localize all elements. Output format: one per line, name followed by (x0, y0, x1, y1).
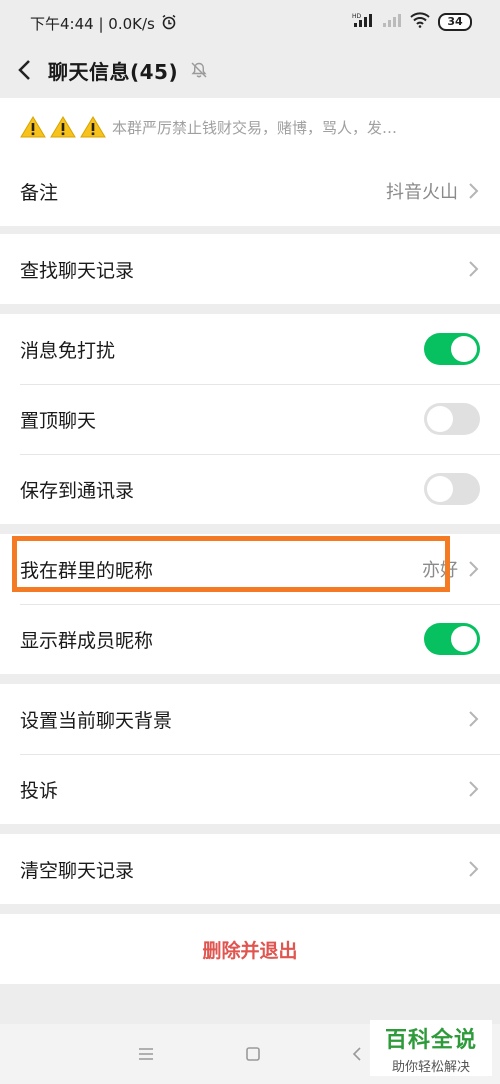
complain-label: 投诉 (20, 779, 59, 802)
delete-exit-button[interactable]: 删除并退出 (0, 914, 500, 984)
chevron-right-icon (469, 781, 479, 797)
nickname-row[interactable]: 我在群里的昵称 亦好 (0, 534, 500, 604)
save-contacts-row: 保存到通讯录 (0, 454, 500, 524)
group-clear: 清空聊天记录 (0, 834, 500, 904)
group-search: 查找聊天记录 (0, 234, 500, 304)
group-announcement: 本群严厉禁止钱财交易，赌博，骂人，发… 备注 抖音火山 (0, 98, 500, 226)
group-toggles: 消息免打扰 置顶聊天 保存到通讯录 (0, 314, 500, 524)
warning-icon (80, 116, 106, 138)
remark-value: 抖音火山 (386, 182, 458, 203)
toggle-knob (451, 626, 477, 652)
show-nicknames-row: 显示群成员昵称 (0, 604, 500, 674)
show-nicknames-label: 显示群成员昵称 (20, 629, 154, 652)
pin-toggle[interactable] (424, 403, 480, 435)
menu-icon[interactable] (137, 1047, 155, 1061)
nickname-label: 我在群里的昵称 (20, 559, 154, 582)
alarm-icon (161, 14, 177, 34)
status-time-speed: 下午4:44 | 0.0K/s (30, 15, 155, 33)
battery-indicator: 34 (438, 13, 472, 31)
notice-text: 本群严厉禁止钱财交易，赌博，骂人，发… (112, 118, 398, 137)
group-nickname: 我在群里的昵称 亦好 显示群成员昵称 (0, 534, 500, 674)
clear-history-row[interactable]: 清空聊天记录 (0, 834, 500, 904)
toggle-knob (427, 476, 453, 502)
search-history-label: 查找聊天记录 (20, 259, 135, 282)
svg-text:HD: HD (352, 13, 362, 20)
group-background: 设置当前聊天背景 投诉 (0, 684, 500, 824)
save-contacts-toggle[interactable] (424, 473, 480, 505)
complain-row[interactable]: 投诉 (0, 754, 500, 824)
mute-row: 消息免打扰 (0, 314, 500, 384)
watermark-logo: 百科全说 助你轻松解决 (370, 1020, 492, 1076)
signal-hd-icon: HD (352, 12, 374, 32)
pin-label: 置顶聊天 (20, 409, 97, 432)
bell-muted-icon (191, 62, 207, 78)
mute-toggle[interactable] (424, 333, 480, 365)
nickname-value: 亦好 (422, 560, 458, 581)
pin-row: 置顶聊天 (0, 384, 500, 454)
background-label: 设置当前聊天背景 (20, 709, 173, 732)
toggle-knob (427, 406, 453, 432)
nav-bar: 聊天信息(45) (0, 44, 500, 96)
group-delete: 删除并退出 (0, 914, 500, 984)
page-title: 聊天信息(45) (48, 59, 179, 84)
remark-label: 备注 (20, 181, 59, 204)
wifi-icon (410, 12, 430, 32)
remark-row[interactable]: 备注 抖音火山 (0, 156, 500, 226)
chevron-right-icon (469, 711, 479, 727)
chevron-right-icon (469, 261, 479, 277)
clear-history-label: 清空聊天记录 (20, 859, 135, 882)
warning-icon (20, 116, 46, 138)
watermark-subtitle: 助你轻松解决 (391, 1059, 470, 1075)
warning-icon (50, 116, 76, 138)
chevron-right-icon (469, 183, 479, 199)
show-nicknames-toggle[interactable] (424, 623, 480, 655)
back-button[interactable] (0, 44, 48, 96)
background-row[interactable]: 设置当前聊天背景 (0, 684, 500, 754)
watermark-title: 百科全说 (384, 1027, 477, 1053)
search-history-row[interactable]: 查找聊天记录 (0, 234, 500, 304)
chevron-left-icon (18, 60, 30, 80)
status-bar: 下午4:44 | 0.0K/s HD 34 (0, 0, 500, 44)
group-notice[interactable]: 本群严厉禁止钱财交易，赌博，骂人，发… (0, 98, 500, 156)
back-nav-icon[interactable] (351, 1046, 363, 1062)
toggle-knob (451, 336, 477, 362)
chevron-right-icon (469, 561, 479, 577)
signal-icon (382, 12, 402, 32)
mute-label: 消息免打扰 (20, 339, 116, 362)
chevron-right-icon (469, 861, 479, 877)
delete-exit-label: 删除并退出 (202, 939, 298, 962)
save-contacts-label: 保存到通讯录 (20, 479, 135, 502)
home-icon[interactable] (245, 1046, 261, 1062)
